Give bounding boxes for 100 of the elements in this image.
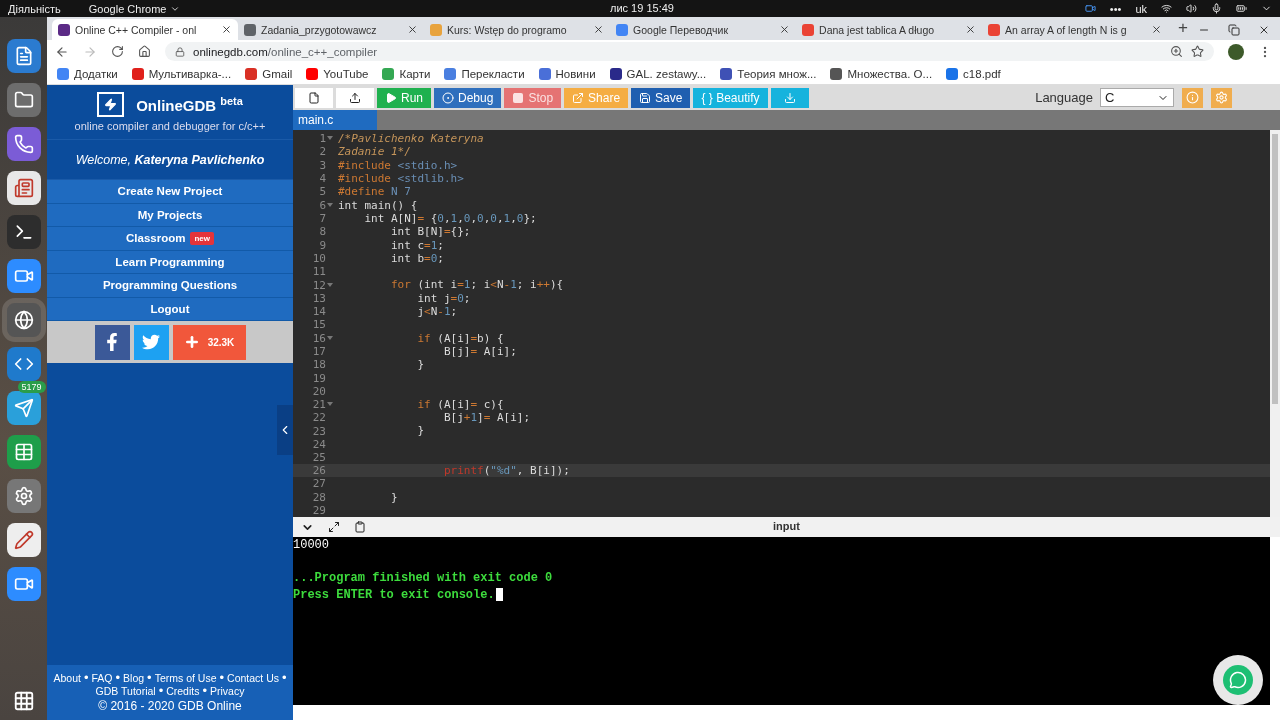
new-tab-button[interactable]: +: [1178, 18, 1189, 38]
dock-app[interactable]: [6, 479, 41, 513]
clock-text: лис 19 15:49: [610, 2, 674, 14]
line-number: 15: [312, 318, 326, 332]
footer-link[interactable]: About: [53, 672, 81, 684]
dock-app[interactable]: [6, 347, 41, 381]
url-host: onlinegdb.com: [193, 45, 268, 58]
activities-button[interactable]: Діяльність: [8, 2, 61, 15]
menu-item[interactable]: Logout: [47, 297, 293, 321]
menu-item[interactable]: Classroom new: [47, 227, 293, 251]
bookmark[interactable]: Мультиварка-...: [131, 67, 232, 80]
browser-tab[interactable]: Online C++ Compiler - onl: [52, 19, 238, 40]
dock-app[interactable]: [6, 259, 41, 293]
restore-icon[interactable]: [1228, 24, 1241, 36]
menu-item[interactable]: My Projects: [47, 203, 293, 227]
tray-dots[interactable]: •••: [1109, 2, 1122, 15]
browser-tab[interactable]: An array A of length N is g: [982, 19, 1169, 40]
browser-tab[interactable]: Dana jest tablica A długo: [796, 19, 983, 40]
dock-app[interactable]: [6, 83, 41, 117]
bookmark[interactable]: Теория множ...: [720, 67, 817, 80]
bookmark[interactable]: Перекласти: [444, 67, 525, 80]
menu-item[interactable]: Programming Questions: [47, 274, 293, 298]
footer-link[interactable]: FAQ: [91, 672, 113, 684]
footer-link[interactable]: Privacy: [210, 685, 245, 697]
bookmark[interactable]: Новини: [538, 67, 596, 80]
debug-button[interactable]: Debug: [434, 87, 502, 108]
fold-arrow-icon[interactable]: [327, 282, 333, 288]
file-tab[interactable]: main.c: [293, 110, 377, 130]
console-text: 10000: [293, 537, 329, 554]
star-icon[interactable]: [1191, 45, 1204, 58]
zoom-icon[interactable]: [1170, 45, 1183, 58]
volume-icon[interactable]: [1186, 3, 1197, 14]
bookmark[interactable]: c18.pdf: [946, 67, 1001, 80]
footer-link[interactable]: Terms of Use: [154, 672, 217, 684]
stop-icon: [512, 91, 525, 104]
bookmark[interactable]: Карти: [382, 67, 431, 80]
bookmark[interactable]: GAL. zestawy...: [609, 67, 707, 80]
fold-arrow-icon[interactable]: [327, 202, 333, 208]
home-icon[interactable]: [138, 45, 151, 58]
app-menu[interactable]: Google Chrome: [88, 2, 167, 15]
save-button[interactable]: Save: [631, 87, 691, 108]
new-file-button[interactable]: [295, 87, 333, 108]
dock-app[interactable]: [6, 435, 41, 469]
menu-item[interactable]: Create New Project: [47, 180, 293, 204]
bookmark[interactable]: Gmail: [245, 67, 293, 80]
close-icon[interactable]: [593, 24, 605, 35]
dock-app[interactable]: [6, 215, 41, 249]
app-grid-icon[interactable]: [12, 690, 35, 712]
bookmark[interactable]: Множества. О...: [830, 67, 933, 80]
close-icon[interactable]: [965, 24, 977, 35]
share-facebook-button[interactable]: [94, 324, 130, 360]
line-number: 10: [312, 252, 326, 266]
battery-icon[interactable]: [1236, 3, 1247, 14]
wifi-icon[interactable]: [1161, 3, 1172, 14]
line-number: 12: [312, 278, 326, 292]
footer-link[interactable]: Credits: [166, 685, 200, 697]
language-select[interactable]: C: [1100, 88, 1174, 107]
close-icon[interactable]: [1151, 24, 1163, 35]
upload-button[interactable]: [336, 87, 374, 108]
browser-tab[interactable]: Google Переводчик: [610, 19, 797, 40]
keyboard-layout[interactable]: uk: [1135, 2, 1147, 15]
footer-link[interactable]: Contact Us: [227, 672, 279, 684]
folder-icon: [13, 90, 34, 110]
close-icon[interactable]: [407, 24, 419, 35]
avatar[interactable]: [1228, 43, 1244, 60]
expand-icon[interactable]: [328, 521, 340, 533]
back-icon[interactable]: [55, 44, 69, 59]
bookmark[interactable]: YouTube: [306, 67, 369, 80]
browser-tab[interactable]: Zadania_przygotowawcz: [238, 19, 425, 40]
bookmark[interactable]: Додатки: [57, 67, 118, 80]
dock-app[interactable]: [6, 171, 41, 205]
info-icon: [1186, 91, 1199, 104]
dock-app[interactable]: [6, 39, 41, 73]
logo-icon: [97, 92, 125, 117]
fold-arrow-icon[interactable]: [327, 136, 333, 142]
footer-link[interactable]: GDB Tutorial: [95, 685, 156, 697]
menu-item[interactable]: Learn Programming: [47, 250, 293, 274]
dock-app[interactable]: [6, 127, 41, 161]
fold-arrow-icon[interactable]: [327, 335, 333, 341]
close-icon[interactable]: [779, 24, 791, 35]
copyright-text: © 2016 - 2020 GDB Online: [98, 699, 242, 713]
file-icon: [308, 91, 320, 104]
footer-link[interactable]: Blog: [123, 672, 145, 684]
address-bar[interactable]: onlinegdb.com/online_c++_compiler: [165, 42, 1214, 61]
line-number: 11: [312, 265, 326, 279]
reload-icon[interactable]: [111, 45, 124, 58]
close-icon[interactable]: [221, 24, 232, 35]
collapse-handle[interactable]: [277, 405, 293, 455]
dock-app[interactable]: [6, 391, 41, 425]
microphone-icon[interactable]: [1211, 3, 1222, 14]
video-camera-icon[interactable]: [1084, 3, 1096, 14]
share-twitter-button[interactable]: [133, 324, 169, 360]
browser-tab[interactable]: Kurs: Wstęp do programo: [424, 19, 611, 40]
code-line: #define N 7: [337, 185, 411, 199]
line-number: 28: [312, 490, 326, 504]
fold-arrow-icon[interactable]: [327, 401, 333, 407]
clipboard-icon[interactable]: [354, 521, 366, 533]
console-title: input: [773, 520, 800, 532]
dock-app[interactable]: [6, 523, 41, 557]
dock-app[interactable]: [6, 567, 41, 601]
